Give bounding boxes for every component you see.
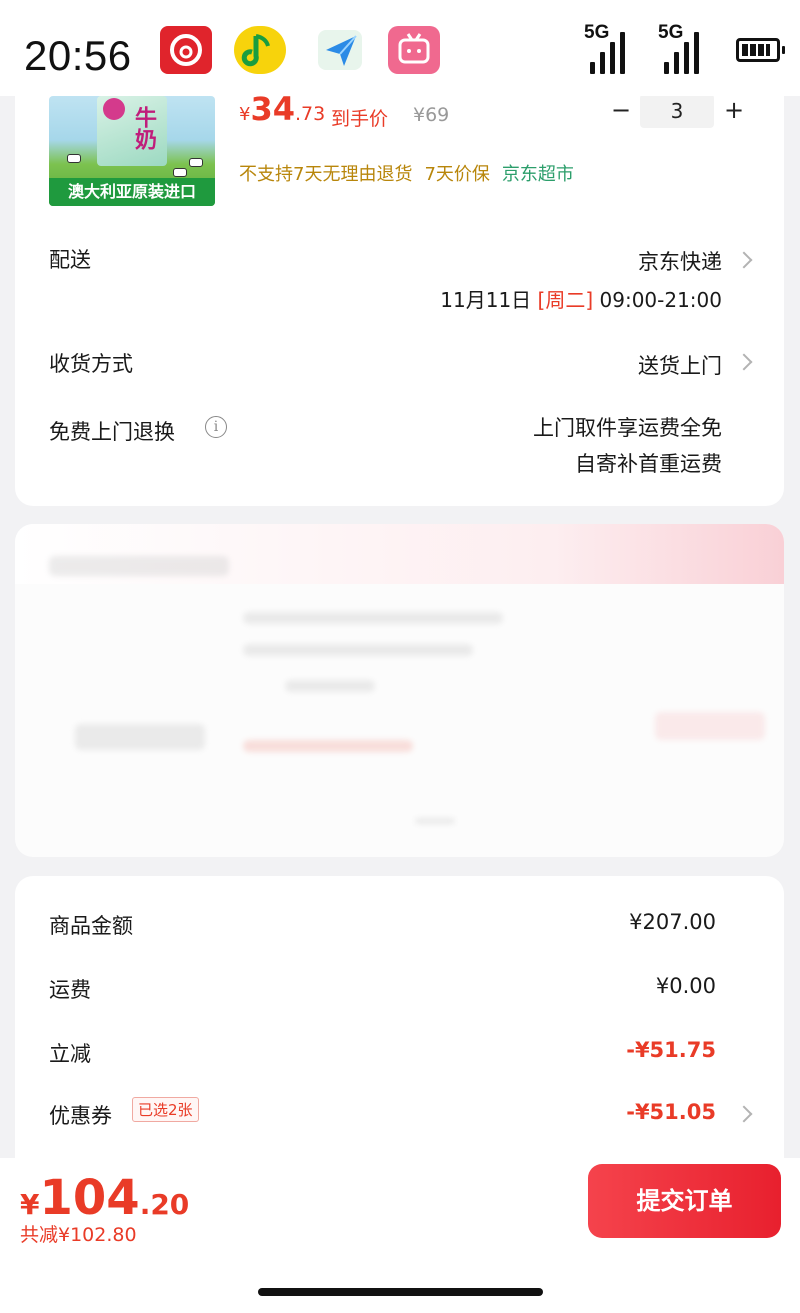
product-image[interactable]: 牛奶 澳大利亚原装进口: [49, 96, 215, 206]
original-price: ¥69: [413, 104, 450, 126]
chevron-right-icon[interactable]: [735, 1105, 753, 1123]
signal-icon: 5G: [658, 22, 710, 74]
quantity-increase-button[interactable]: +: [720, 96, 748, 124]
product-tags: 不支持7天无理由退货 7天价保 京东超市: [239, 160, 586, 186]
status-bar: 20:56 5G 5G: [0, 0, 800, 96]
delivery-label: 配送: [49, 248, 91, 272]
blurred-promo-card: [15, 524, 784, 857]
home-indicator[interactable]: [258, 1288, 543, 1296]
quantity-decrease-button[interactable]: −: [607, 96, 635, 124]
receive-method-label: 收货方式: [49, 352, 133, 376]
instant-discount-value: -¥51.75: [626, 1038, 716, 1062]
qq-music-icon: [234, 26, 286, 74]
chevron-right-icon[interactable]: [735, 251, 753, 269]
coupon-value[interactable]: -¥51.05: [626, 1100, 716, 1124]
netease-music-icon: [160, 26, 212, 74]
total-price: ¥104.20: [20, 1170, 190, 1226]
goods-amount-value: ¥207.00: [629, 910, 716, 934]
total-saved: 共减¥102.80: [20, 1224, 137, 1246]
price-note: 到手价: [331, 108, 389, 130]
info-icon[interactable]: i: [205, 416, 227, 438]
delivery-schedule[interactable]: 11月11日 [周二] 09:00-21:00: [440, 284, 722, 313]
signal-icon: 5G: [584, 22, 636, 74]
no-return-tag: 不支持7天无理由退货: [239, 164, 413, 185]
chevron-right-icon[interactable]: [735, 353, 753, 371]
battery-icon: [736, 38, 785, 62]
coupon-label: 优惠券: [49, 1104, 112, 1128]
order-detail-card: 牛奶 澳大利亚原装进口 ¥34.73 到手价 ¥69 − 3 + 不支持7天无理…: [15, 60, 784, 506]
free-return-line1: 上门取件享运费全免: [533, 416, 722, 440]
status-time: 20:56: [24, 32, 132, 79]
bilibili-icon: [388, 26, 440, 74]
goods-amount-label: 商品金额: [49, 914, 133, 938]
shipping-fee-label: 运费: [49, 978, 91, 1002]
free-return-label: 免费上门退换: [49, 420, 175, 444]
shipping-fee-value: ¥0.00: [655, 974, 716, 998]
submit-order-button[interactable]: 提交订单: [588, 1164, 781, 1238]
free-return-line2: 自寄补首重运费: [575, 452, 722, 476]
checkout-bar: ¥104.20 共减¥102.80 提交订单: [0, 1158, 800, 1313]
store-tag: 京东超市: [501, 164, 574, 185]
product-origin-banner: 澳大利亚原装进口: [49, 178, 215, 206]
price-summary-card: 商品金额 ¥207.00 运费 ¥0.00 立减 -¥51.75 优惠券 已选2…: [15, 876, 784, 1176]
plane-app-icon: [314, 26, 366, 74]
instant-discount-label: 立减: [49, 1042, 91, 1066]
quantity-input[interactable]: 3: [640, 94, 714, 128]
receive-method-value[interactable]: 送货上门: [638, 350, 722, 380]
price-protect-tag: 7天价保: [424, 164, 490, 185]
coupon-selected-badge[interactable]: 已选2张: [132, 1097, 199, 1122]
delivery-value[interactable]: 京东快递: [638, 246, 722, 276]
